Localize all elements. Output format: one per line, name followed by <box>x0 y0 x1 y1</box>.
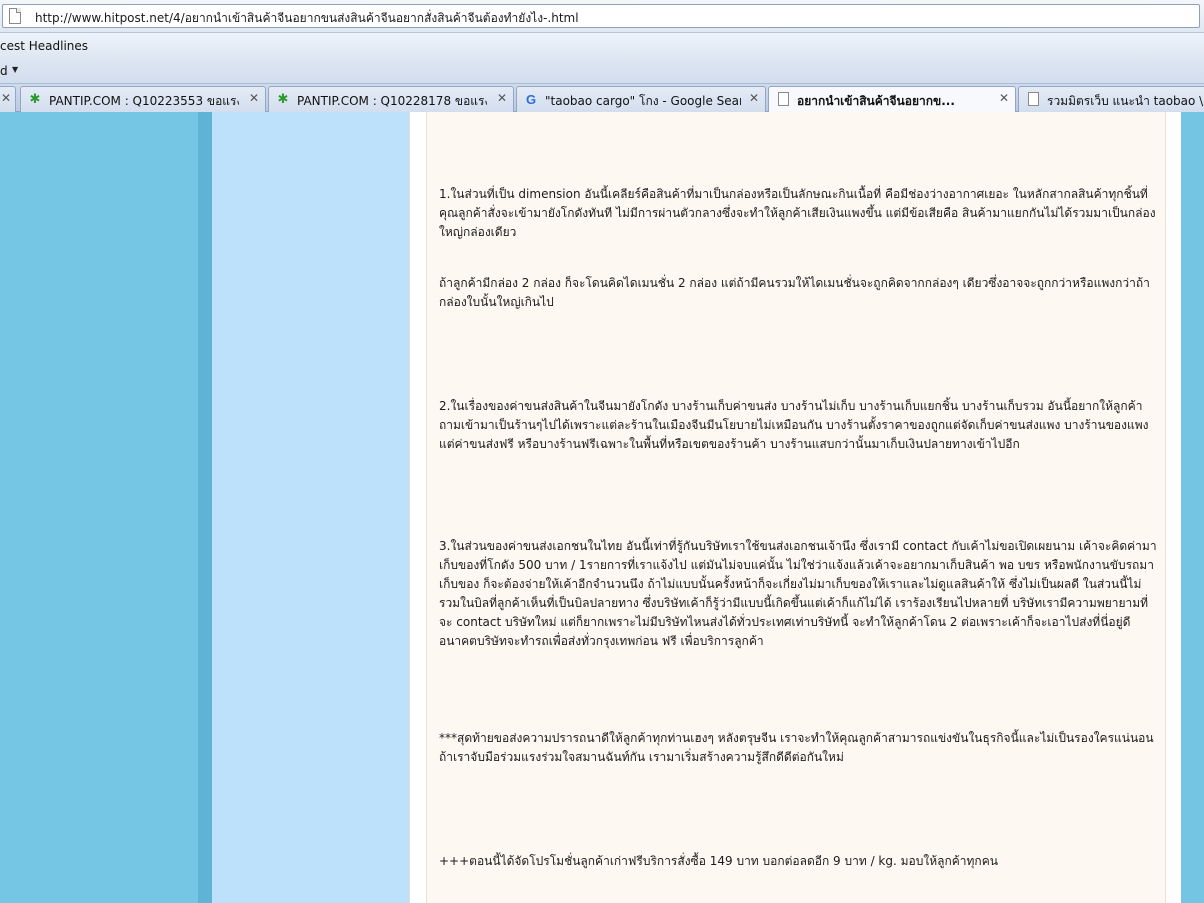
tab-taobao[interactable]: รวมมิตรเว็บ แนะนำ taobao \(^o <box>1018 86 1204 112</box>
page-icon <box>1025 92 1041 108</box>
article-body: 1.ในส่วนที่เป็น dimension อันนี้เคลียร์ค… <box>426 112 1166 903</box>
article-paragraph: ***สุดท้ายขอส่งความปรารถนาดีให้ลูกค้าทุก… <box>439 731 1154 764</box>
tab-bar: ✕ ✱ PANTIP.COM : Q10223553 ขอแรงทุ... ✕ … <box>0 84 1204 113</box>
bookmarks-bar: cest Headlines <box>0 33 1204 59</box>
page-content: 1.ในส่วนที่เป็น dimension อันนี้เคลียร์ค… <box>0 112 1204 903</box>
article-paragraph: ถ้าลูกค้ามีกล่อง 2 กล่อง ก็จะโดนคิดไดเมน… <box>439 276 1150 309</box>
tab-label: อยากนำเข้าสินค้าจีนอยากข... <box>797 94 955 108</box>
page-icon <box>9 8 21 24</box>
tab-google-search[interactable]: G "taobao cargo" โกง - Google Search ✕ <box>516 86 766 112</box>
cactus-icon: ✱ <box>29 92 41 107</box>
url-text[interactable]: http://www.hitpost.net/4/อยากนำเข้าสินค้… <box>35 9 579 28</box>
tab-pantip-2[interactable]: ✱ PANTIP.COM : Q10228178 ขอแรงทุ... ✕ <box>268 86 514 112</box>
article-paragraph: +++ตอนนี้ได้จัดโปรโมชั่นลูกค้าเก่าฟรีบริ… <box>439 854 998 868</box>
middle-background-column <box>212 112 409 903</box>
right-background-strip <box>1181 112 1204 903</box>
bookmark-latest-headlines[interactable]: cest Headlines <box>0 39 88 53</box>
left-background-column <box>0 112 198 903</box>
column-divider <box>198 112 212 903</box>
address-bar[interactable]: http://www.hitpost.net/4/อยากนำเข้าสินค้… <box>2 4 1200 28</box>
menu-bar: d ▼ <box>0 59 1204 84</box>
article-paragraph: 3.ในส่วนของค่าขนส่งเอกชนในไทย อันนี้เท่า… <box>439 539 1157 648</box>
google-icon: G <box>525 92 537 107</box>
close-icon[interactable]: ✕ <box>1 91 11 105</box>
close-icon[interactable]: ✕ <box>999 91 1009 105</box>
close-icon[interactable]: ✕ <box>249 91 259 105</box>
article-paragraph: 2.ในเรื่องของค่าขนส่งสินค้าในจีนมายังโกด… <box>439 399 1149 451</box>
tab-label: รวมมิตรเว็บ แนะนำ taobao \(^o <box>1047 94 1204 108</box>
tab-partial-left[interactable]: ✕ <box>0 86 16 112</box>
article-paragraph: 1.ในส่วนที่เป็น dimension อันนี้เคลียร์ค… <box>439 187 1156 239</box>
chevron-down-icon[interactable]: ▼ <box>12 65 18 74</box>
tab-label: PANTIP.COM : Q10223553 ขอแรงทุ... <box>49 94 239 108</box>
close-icon[interactable]: ✕ <box>497 91 507 105</box>
tab-pantip-1[interactable]: ✱ PANTIP.COM : Q10223553 ขอแรงทุ... ✕ <box>20 86 266 112</box>
address-bar-row: http://www.hitpost.net/4/อยากนำเข้าสินค้… <box>0 0 1204 33</box>
menu-item[interactable]: d <box>0 64 8 78</box>
tab-active-article[interactable]: อยากนำเข้าสินค้าจีนอยากข... ✕ <box>768 86 1016 113</box>
tab-label: "taobao cargo" โกง - Google Search <box>545 94 741 108</box>
page-icon <box>775 92 791 108</box>
tab-label: PANTIP.COM : Q10228178 ขอแรงทุ... <box>297 94 487 108</box>
article-frame: 1.ในส่วนที่เป็น dimension อันนี้เคลียร์ค… <box>409 112 1181 903</box>
close-icon[interactable]: ✕ <box>749 91 759 105</box>
cactus-icon: ✱ <box>277 92 289 107</box>
